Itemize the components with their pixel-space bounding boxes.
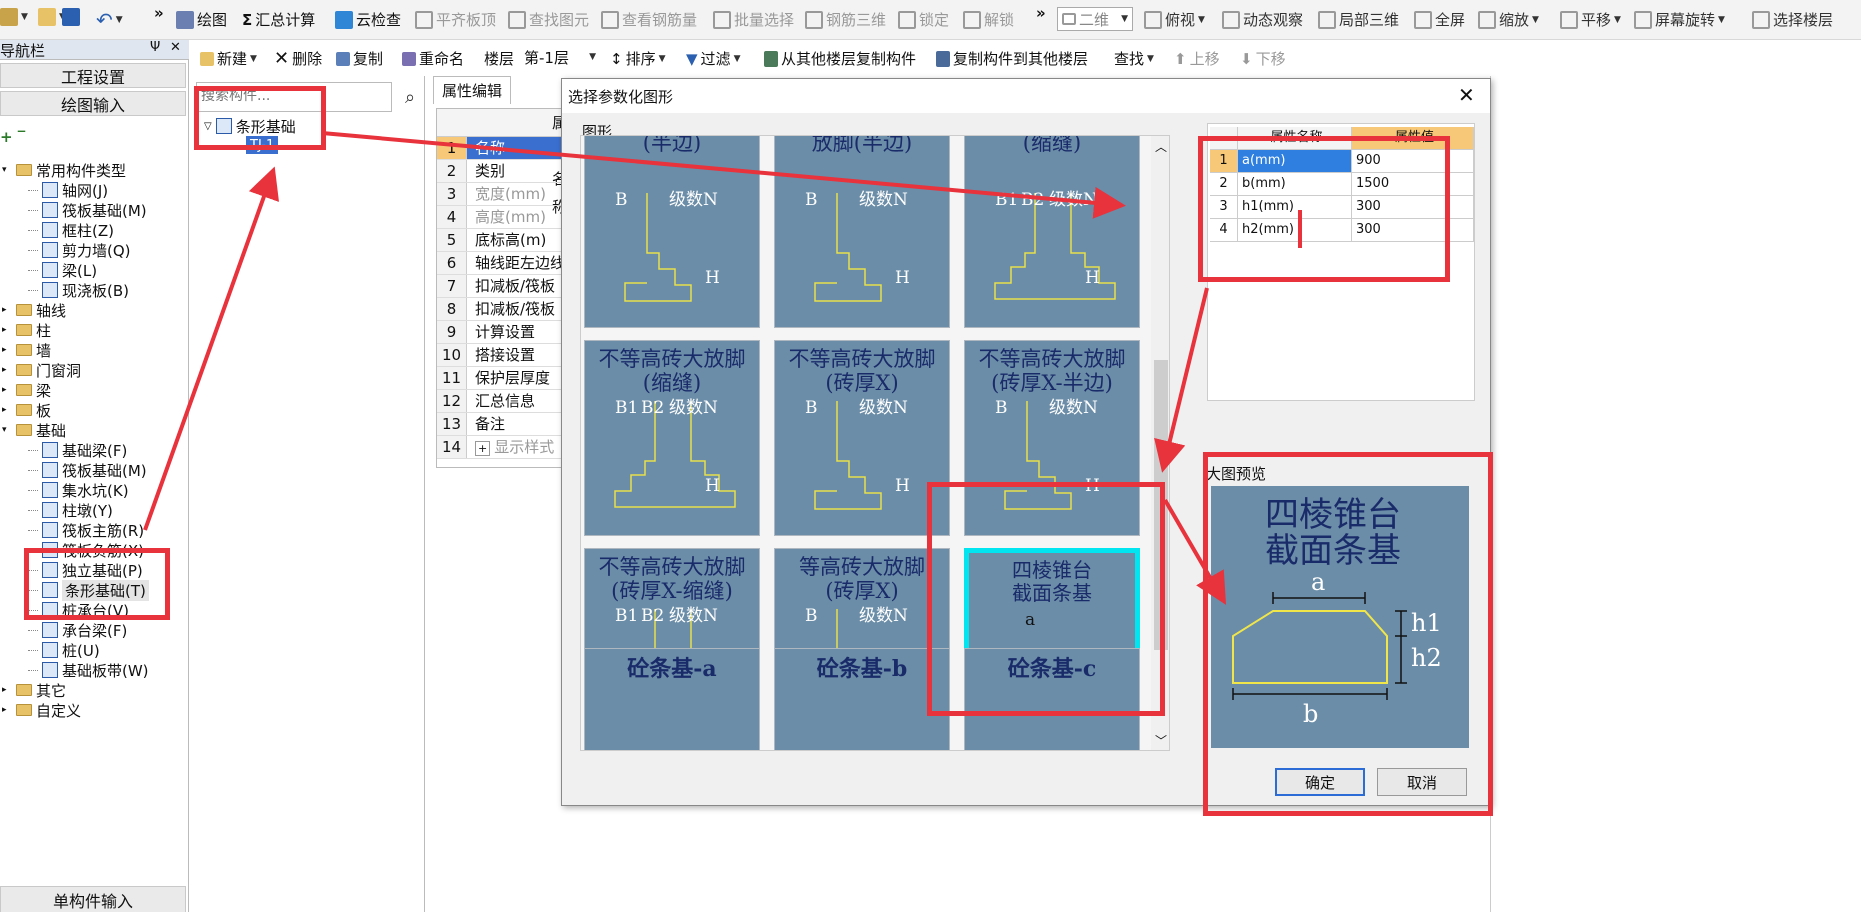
- annotation-arrows: [143, 131, 1302, 605]
